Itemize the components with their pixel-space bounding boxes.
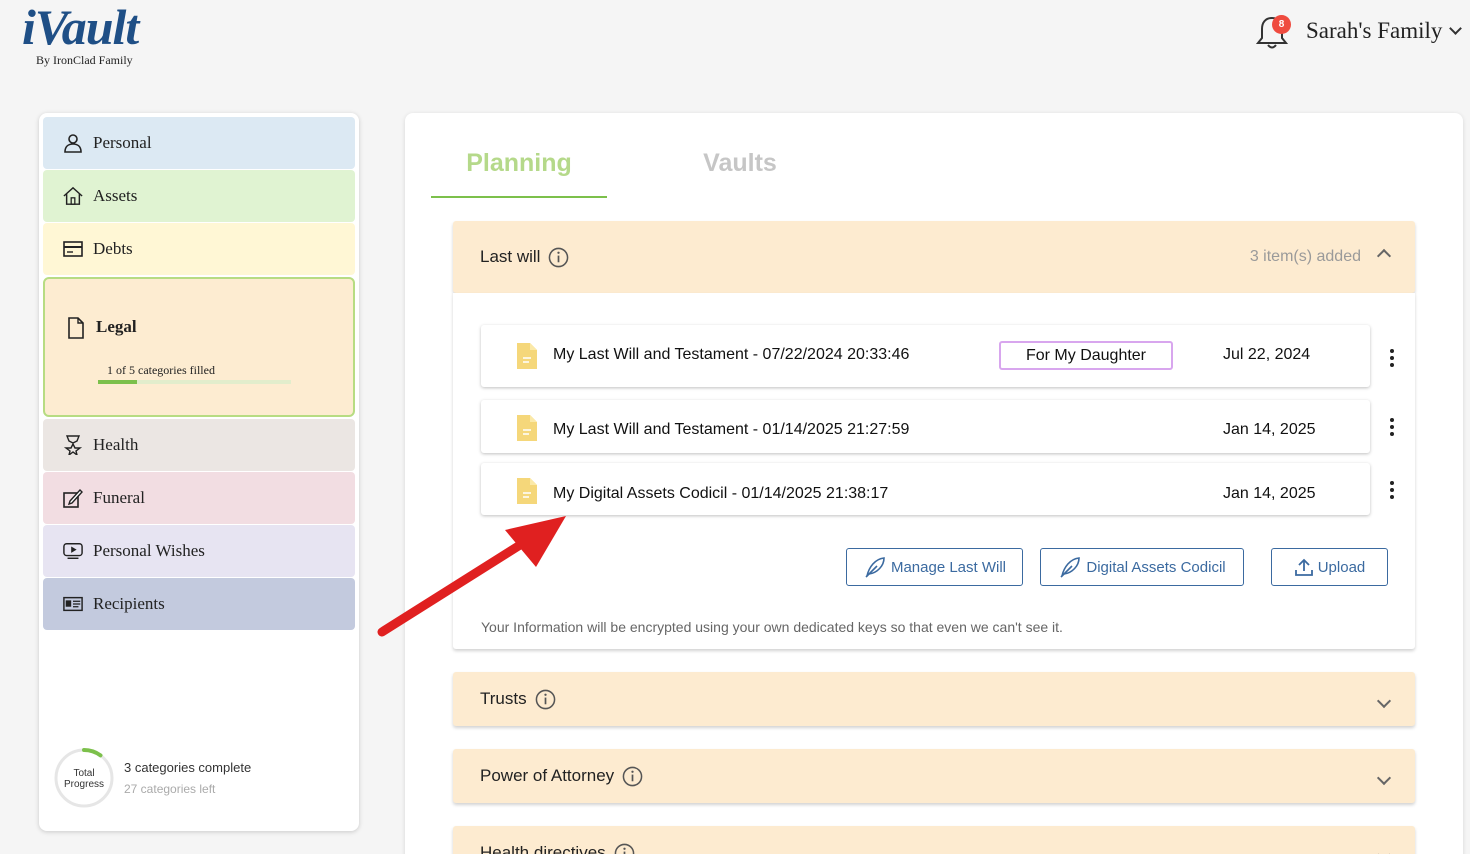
person-icon xyxy=(64,134,82,153)
document-date: Jan 14, 2025 xyxy=(1223,421,1316,438)
chevron-down-icon[interactable] xyxy=(1376,693,1392,709)
items-added-count: 3 item(s) added xyxy=(1249,248,1361,265)
tab-underline xyxy=(431,196,607,198)
document-row[interactable]: My Digital Assets Codicil - 01/14/2025 2… xyxy=(481,463,1370,515)
recipient-tag[interactable]: For My Daughter xyxy=(999,341,1173,370)
section-title: Last will xyxy=(480,247,541,266)
account-menu[interactable]: Sarah's Family xyxy=(1306,18,1463,44)
total-progress-ring: Total Progress xyxy=(53,747,115,809)
info-icon[interactable] xyxy=(535,689,556,710)
home-icon xyxy=(63,186,83,205)
button-label: Upload xyxy=(1317,558,1366,576)
app-header: iVault By IronClad Family 8 Sarah's Fami… xyxy=(0,0,1470,70)
sidebar-item-legal[interactable]: Legal 1 of 5 categories filled xyxy=(43,277,355,417)
chevron-up-icon[interactable] xyxy=(1376,248,1392,264)
manage-last-will-button[interactable]: Manage Last Will xyxy=(846,548,1023,586)
sidebar-item-personal-wishes[interactable]: Personal Wishes xyxy=(43,525,355,577)
encryption-note: Your Information will be encrypted using… xyxy=(481,619,1063,635)
more-options-icon[interactable] xyxy=(1388,349,1396,369)
document-icon xyxy=(68,317,84,339)
sidebar-item-label: Personal Wishes xyxy=(93,541,205,560)
legal-progress-fill xyxy=(98,380,137,384)
logo-subtitle: By IronClad Family xyxy=(36,53,133,67)
sidebar-item-label: Recipients xyxy=(93,594,165,613)
file-icon xyxy=(517,343,537,369)
document-name: My Digital Assets Codicil - 01/14/2025 2… xyxy=(553,485,889,502)
info-icon[interactable] xyxy=(548,247,569,268)
sidebar-item-recipients[interactable]: Recipients xyxy=(43,578,355,630)
section-title: Health directives xyxy=(480,843,606,854)
upload-button[interactable]: Upload xyxy=(1271,548,1388,586)
document-row[interactable]: My Last Will and Testament - 07/22/2024 … xyxy=(481,325,1370,387)
health-icon xyxy=(63,435,83,455)
file-icon xyxy=(517,415,537,441)
id-card-icon xyxy=(63,596,83,612)
section-health-directives: Health directives xyxy=(453,826,1415,854)
quill-icon xyxy=(865,557,885,578)
digital-assets-codicil-button[interactable]: Digital Assets Codicil xyxy=(1040,548,1244,586)
sidebar-item-label: Legal xyxy=(96,317,137,336)
section-header-power-of-attorney[interactable]: Power of Attorney xyxy=(453,749,1415,803)
sidebar: Personal Assets Debts Legal 1 of 5 categ… xyxy=(39,113,359,831)
categories-left: 27 categories left xyxy=(124,782,216,796)
sidebar-item-funeral[interactable]: Funeral xyxy=(43,472,355,524)
section-title: Trusts xyxy=(480,689,527,708)
section-last-will: Last will 3 item(s) added xyxy=(453,221,1415,293)
account-label: Sarah's Family xyxy=(1306,18,1443,43)
file-icon xyxy=(517,478,537,504)
tab-vaults[interactable]: Vaults xyxy=(675,149,805,178)
chevron-down-icon[interactable] xyxy=(1376,847,1392,854)
sidebar-item-label: Assets xyxy=(93,186,138,205)
main-panel: Planning Vaults Last will 3 item(s) adde… xyxy=(405,113,1463,854)
document-name: My Last Will and Testament - 07/22/2024 … xyxy=(553,346,910,363)
ivault-logo[interactable]: iVault By IronClad Family xyxy=(22,0,172,68)
document-date: Jul 22, 2024 xyxy=(1223,346,1311,363)
info-icon[interactable] xyxy=(614,843,635,854)
sidebar-item-label: Personal xyxy=(93,133,152,152)
button-label: Digital Assets Codicil xyxy=(1086,558,1226,576)
card-icon xyxy=(63,241,83,257)
chevron-down-icon xyxy=(1449,22,1463,35)
section-header-last-will[interactable]: Last will 3 item(s) added xyxy=(453,221,1415,293)
sidebar-item-label: Debts xyxy=(93,239,133,258)
document-name: My Last Will and Testament - 01/14/2025 … xyxy=(553,421,910,438)
info-icon[interactable] xyxy=(622,766,643,787)
sidebar-item-debts[interactable]: Debts xyxy=(43,223,355,275)
sidebar-item-health[interactable]: Health xyxy=(43,419,355,471)
tab-planning[interactable]: Planning xyxy=(431,149,607,178)
upload-icon xyxy=(1294,558,1313,576)
last-will-content: My Last Will and Testament - 07/22/2024 … xyxy=(453,293,1415,649)
document-date: Jan 14, 2025 xyxy=(1223,485,1316,502)
section-header-trusts[interactable]: Trusts xyxy=(453,672,1415,726)
sidebar-item-label: Funeral xyxy=(93,488,145,507)
legal-progress-text: 1 of 5 categories filled xyxy=(107,363,215,377)
button-label: Manage Last Will xyxy=(890,558,1007,576)
quill-icon xyxy=(1060,557,1081,578)
sidebar-item-personal[interactable]: Personal xyxy=(43,117,355,169)
section-trusts: Trusts xyxy=(453,672,1415,726)
section-power-of-attorney: Power of Attorney xyxy=(453,749,1415,803)
categories-complete: 3 categories complete xyxy=(124,760,252,775)
section-title: Power of Attorney xyxy=(480,766,615,785)
logo-mark: iVault xyxy=(22,0,139,55)
sidebar-item-label: Health xyxy=(93,435,139,454)
total-progress-label: Total Progress xyxy=(63,768,104,790)
sidebar-item-assets[interactable]: Assets xyxy=(43,170,355,222)
legal-progress-bar xyxy=(98,380,291,384)
notification-badge: 8 xyxy=(1272,15,1291,34)
document-row[interactable]: My Last Will and Testament - 01/14/2025 … xyxy=(481,400,1370,453)
section-header-health-directives[interactable]: Health directives xyxy=(453,826,1415,854)
edit-icon xyxy=(63,488,83,508)
more-options-icon[interactable] xyxy=(1388,481,1396,501)
video-icon xyxy=(63,543,83,559)
more-options-icon[interactable] xyxy=(1388,418,1396,438)
chevron-down-icon[interactable] xyxy=(1376,770,1392,786)
